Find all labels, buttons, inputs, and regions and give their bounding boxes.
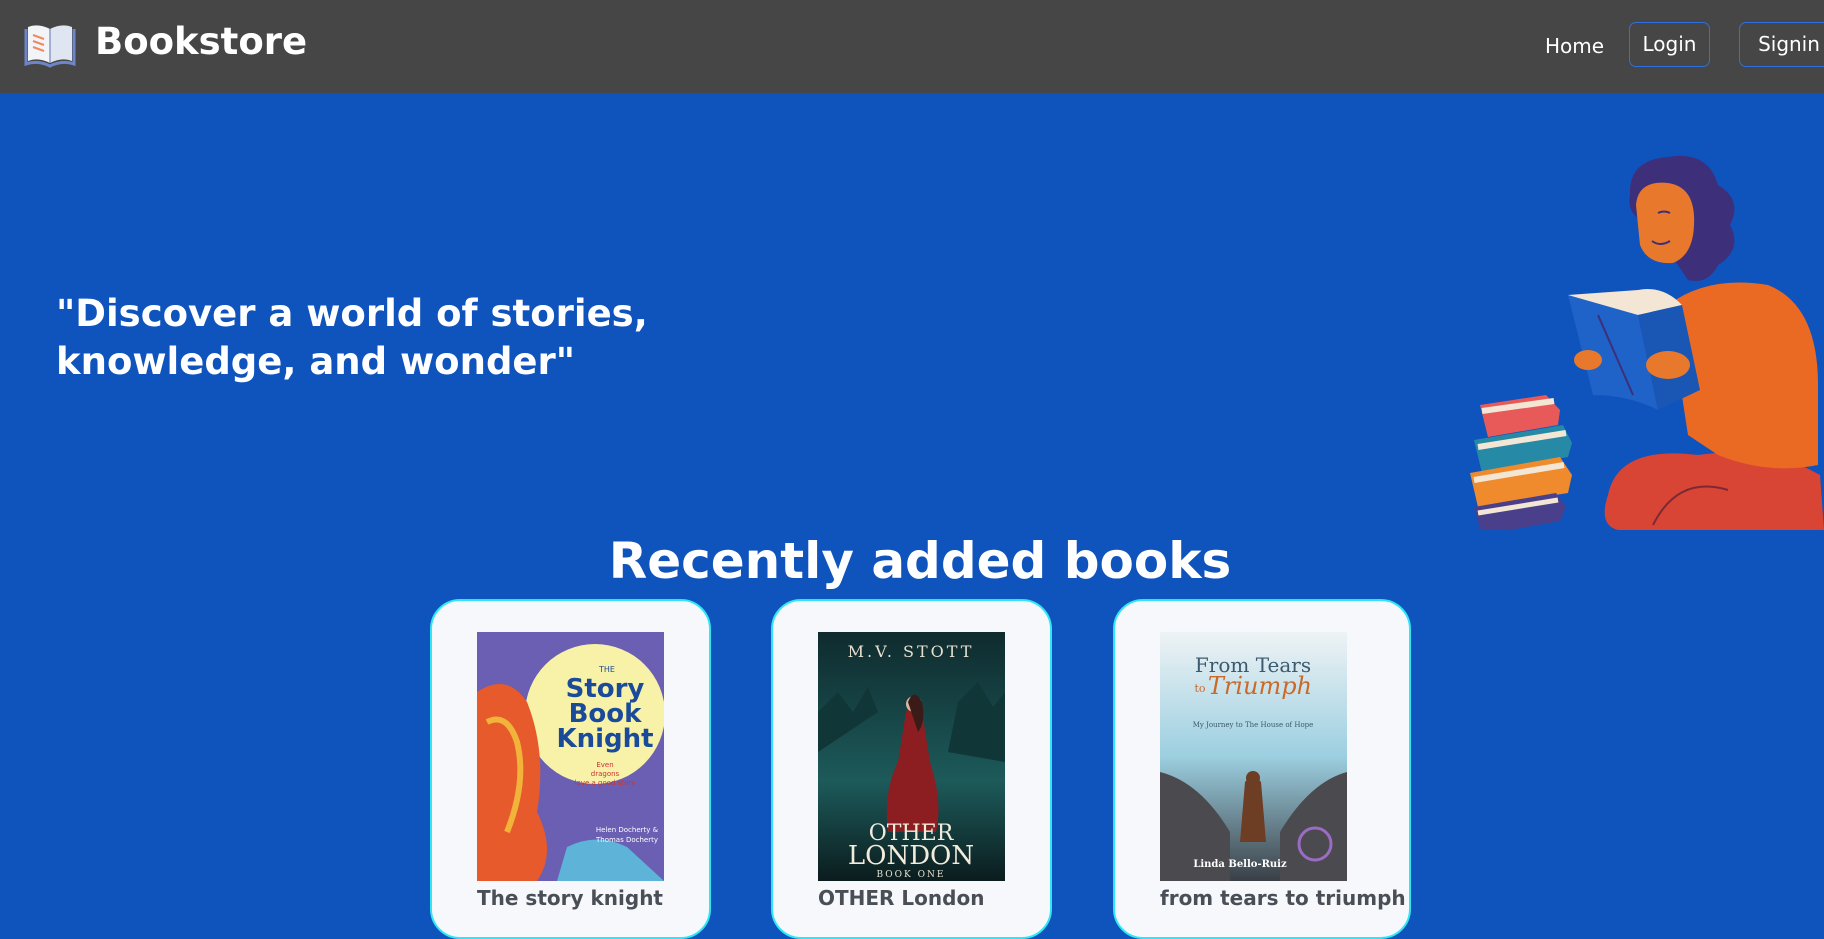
cover-tagline-2: dragons (591, 770, 620, 778)
cover-author: Linda Bello-Ruiz (1193, 859, 1287, 870)
book-card[interactable]: From Tears to Triumph My Journey to The … (1113, 599, 1411, 939)
book-name[interactable]: The story knight (477, 885, 707, 911)
login-button[interactable]: Login (1629, 22, 1710, 67)
book-name[interactable]: OTHER London (818, 885, 1048, 911)
cover-title-2: to (1194, 682, 1205, 695)
book-name[interactable]: from tears to triumph (1160, 885, 1406, 911)
cover-author: M.V. STOTT (848, 642, 975, 661)
book-cover-image[interactable]: From Tears to Triumph My Journey to The … (1160, 632, 1347, 881)
book-cover-image[interactable]: M.V. STOTT OTHER LONDON BOOK ONE (818, 632, 1005, 881)
cover-author-2: Thomas Docherty (595, 836, 658, 844)
cover-subtitle: My Journey to The House of Hope (1193, 721, 1314, 729)
cover-tagline-3: love a good story (575, 779, 636, 787)
section-title: Recently added books (608, 532, 1232, 590)
cover-title-1: THE (598, 665, 615, 674)
book-card[interactable]: THE Story Book Knight Even dragons love … (430, 599, 711, 939)
signin-button[interactable]: Signin (1739, 22, 1824, 67)
cover-author-1: Helen Docherty & (596, 826, 659, 834)
cover-title-4: Knight (556, 724, 653, 754)
book-cover-image[interactable]: THE Story Book Knight Even dragons love … (477, 632, 664, 881)
cover-subtitle: BOOK ONE (877, 870, 946, 880)
brand-title[interactable]: Bookstore (95, 18, 307, 66)
open-book-icon[interactable] (24, 17, 76, 69)
cover-title-3: Triumph (1208, 672, 1312, 700)
cover-tagline-1: Even (596, 761, 613, 769)
nav-home-link[interactable]: Home (1545, 33, 1604, 59)
hero-quote: "Discover a world of stories, knowledge,… (56, 292, 648, 383)
navbar: Bookstore Home Login Signin (0, 0, 1824, 93)
book-card[interactable]: M.V. STOTT OTHER LONDON BOOK ONE OTHER L… (771, 599, 1052, 939)
cover-title-2: LONDON (848, 841, 974, 871)
reading-person-illustration (1470, 155, 1824, 530)
